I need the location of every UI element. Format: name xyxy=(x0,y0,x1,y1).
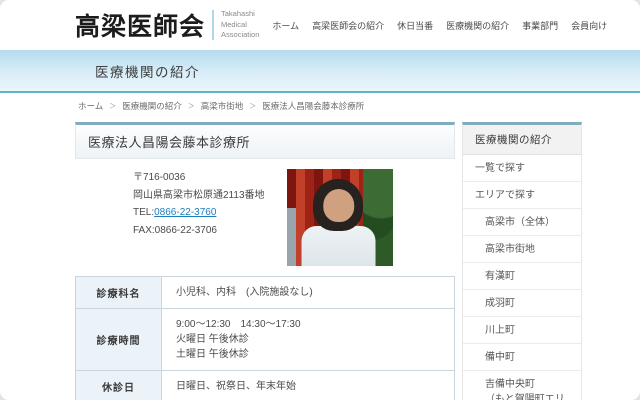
sidebar-item-search-by-list[interactable]: 一覧で探す xyxy=(463,155,581,182)
tel-label: TEL: xyxy=(133,207,154,218)
sidebar-item-takahashi-all[interactable]: 高梁市（全体） xyxy=(463,209,581,236)
nav-item-members[interactable]: 会員向け xyxy=(571,19,607,32)
table-row: 休診日 日曜日、祝祭日、年末年始 xyxy=(76,371,455,400)
postal-code: 〒716-0036 xyxy=(133,169,287,187)
sidebar-item-label-line1: 吉備中央町 xyxy=(485,379,535,390)
page-banner: 医療機関の紹介 xyxy=(0,50,640,93)
photo-wall xyxy=(287,208,296,266)
table-line: 日曜日、祝祭日、年末年始 xyxy=(176,379,440,394)
nav-item-about[interactable]: 高梁医師会の紹介 xyxy=(312,19,384,32)
logo-title: 高梁医師会 xyxy=(75,7,205,43)
nav-item-holiday-duty[interactable]: 休日当番 xyxy=(397,19,433,32)
breadcrumb: ホーム ＞ 医療機関の紹介 ＞ 高梁市街地 ＞ 医療法人昌陽会藤本診療所 xyxy=(0,93,640,118)
logo-subtitle-line: Takahashi xyxy=(221,9,259,20)
clinic-title: 医療法人昌陽会藤本診療所 xyxy=(75,122,455,159)
content-area: 医療法人昌陽会藤本診療所 〒716-0036 岡山県高梁市松原通2113番地 T… xyxy=(0,118,640,400)
row-header-departments: 診療科名 xyxy=(76,277,162,309)
breadcrumb-takahashi-city-area[interactable]: 高梁市街地 xyxy=(201,100,244,112)
banner-title: 医療機関の紹介 xyxy=(95,61,200,81)
clinic-address: 〒716-0036 岡山県高梁市松原通2113番地 TEL:0866-22-37… xyxy=(133,169,287,266)
logo-subtitle-line: Association xyxy=(221,30,259,41)
main-nav: ホーム 高梁医師会の紹介 休日当番 医療機関の紹介 事業部門 会員向け xyxy=(259,19,607,32)
table-line: 小児科、内科 (入院施設なし) xyxy=(176,285,440,300)
sidebar-item-nariwa[interactable]: 成羽町 xyxy=(463,290,581,317)
table-line: 9:00～12:30 14:30～17:30 xyxy=(176,317,440,332)
page: 高梁医師会 Takahashi Medical Association ホーム … xyxy=(0,0,640,400)
table-line: 火曜日 午後休診 xyxy=(176,332,440,347)
site-logo[interactable]: 高梁医師会 Takahashi Medical Association xyxy=(75,7,259,43)
logo-divider xyxy=(212,10,214,40)
logo-subtitle-line: Medical xyxy=(221,20,259,31)
street-address: 岡山県高梁市松原通2113番地 xyxy=(133,187,287,205)
row-value-departments: 小児科、内科 (入院施設なし) xyxy=(162,277,455,309)
sidebar-item-kibichuo[interactable]: 吉備中央町 （もと賀陽町エリア） xyxy=(463,371,581,400)
sidebar: 医療機関の紹介 一覧で探す エリアで探す 高梁市（全体） 高梁市街地 有漢町 成… xyxy=(462,122,582,400)
table-row: 診療時間 9:00～12:30 14:30～17:30 火曜日 午後休診 土曜日… xyxy=(76,309,455,371)
table-row: 診療科名 小児科、内科 (入院施設なし) xyxy=(76,277,455,309)
row-header-hours: 診療時間 xyxy=(76,309,162,371)
breadcrumb-current-page: 医療法人昌陽会藤本診療所 xyxy=(262,100,364,112)
site-header: 高梁医師会 Takahashi Medical Association ホーム … xyxy=(0,0,640,50)
photo-person-face xyxy=(323,189,354,222)
sidebar-item-bitchu[interactable]: 備中町 xyxy=(463,344,581,371)
clinic-details-table: 診療科名 小児科、内科 (入院施設なし) 診療時間 9:00～12:30 14:… xyxy=(75,276,455,400)
sidebar-item-kawakami[interactable]: 川上町 xyxy=(463,317,581,344)
nav-item-home[interactable]: ホーム xyxy=(272,19,299,32)
photo-person-body xyxy=(302,226,376,266)
row-value-hours: 9:00～12:30 14:30～17:30 火曜日 午後休診 土曜日 午後休診 xyxy=(162,309,455,371)
breadcrumb-medical-institutions[interactable]: 医療機関の紹介 xyxy=(122,100,182,112)
tel-link[interactable]: 0866-22-3760 xyxy=(154,207,216,218)
sidebar-item-search-by-area[interactable]: エリアで探す xyxy=(463,182,581,209)
breadcrumb-home[interactable]: ホーム xyxy=(78,100,103,112)
logo-subtitle: Takahashi Medical Association xyxy=(221,9,259,41)
nav-item-medical-institutions[interactable]: 医療機関の紹介 xyxy=(446,19,509,32)
fax-line: FAX:0866-22-3706 xyxy=(133,222,287,240)
row-value-closed-days: 日曜日、祝祭日、年末年始 xyxy=(162,371,455,400)
sidebar-item-ukan[interactable]: 有漢町 xyxy=(463,263,581,290)
table-line: 土曜日 午後休診 xyxy=(176,347,440,362)
clinic-photo xyxy=(287,169,393,266)
breadcrumb-separator: ＞ xyxy=(109,101,116,111)
nav-item-departments[interactable]: 事業部門 xyxy=(522,19,558,32)
sidebar-item-label-line2: （もと賀陽町エリア） xyxy=(485,394,565,400)
row-header-closed-days: 休診日 xyxy=(76,371,162,400)
breadcrumb-separator: ＞ xyxy=(188,101,195,111)
clinic-info: 〒716-0036 岡山県高梁市松原通2113番地 TEL:0866-22-37… xyxy=(75,159,455,276)
sidebar-item-takahashi-city-area[interactable]: 高梁市街地 xyxy=(463,236,581,263)
main-column: 医療法人昌陽会藤本診療所 〒716-0036 岡山県高梁市松原通2113番地 T… xyxy=(75,122,455,400)
tel-line: TEL:0866-22-3760 xyxy=(133,204,287,222)
sidebar-title: 医療機関の紹介 xyxy=(463,125,581,155)
breadcrumb-separator: ＞ xyxy=(249,101,256,111)
